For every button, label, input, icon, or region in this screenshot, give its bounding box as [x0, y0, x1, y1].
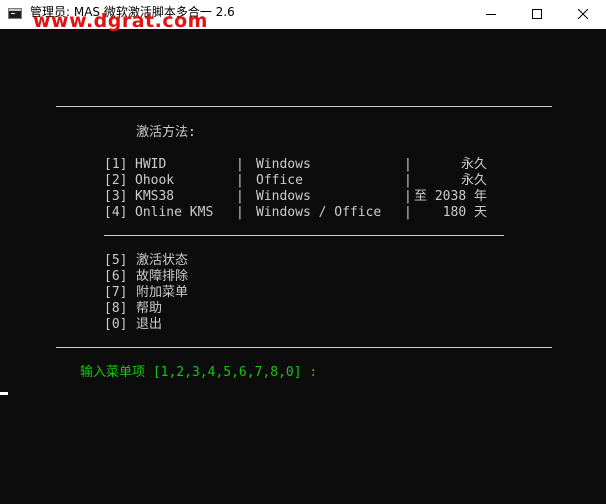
method-number: [2]	[104, 173, 128, 188]
maximize-button[interactable]	[514, 0, 560, 29]
column-separator: |	[404, 157, 412, 172]
method-row-online-kms: [4] Online KMS | Windows / Office | 180 …	[0, 205, 606, 221]
divider-middle	[104, 235, 504, 236]
menu-item-number: [5]	[104, 253, 128, 268]
method-row-kms38: [3] KMS38 | Windows | 至 2038 年	[0, 189, 606, 205]
menu-item-extras: [7] 附加菜单	[0, 285, 606, 301]
divider-top	[56, 106, 552, 107]
method-label: HWID	[135, 157, 167, 172]
console-output[interactable]: 激活方法: [1] HWID | Windows | 永久 [2] Ohook …	[0, 29, 606, 504]
method-label: KMS38	[135, 189, 175, 204]
maximize-icon	[532, 9, 542, 19]
method-target: Windows	[256, 157, 311, 172]
menu-item-label: 帮助	[136, 301, 163, 316]
menu-heading: 激活方法:	[136, 125, 196, 140]
column-separator: |	[404, 205, 412, 220]
method-target: Office	[256, 173, 303, 188]
title-bar[interactable]: 管理员: MAS 微软激活脚本多合一 2.6 www.dgrat.com	[0, 0, 606, 32]
method-duration: 至 2038 年	[414, 189, 487, 204]
minimize-icon	[486, 14, 496, 15]
menu-item-number: [7]	[104, 285, 128, 300]
menu-item-label: 退出	[136, 317, 163, 332]
minimize-button[interactable]	[468, 0, 514, 29]
menu-item-exit: [0] 退出	[0, 317, 606, 333]
column-separator: |	[404, 189, 412, 204]
menu-item-number: [0]	[104, 317, 128, 332]
column-separator: |	[236, 205, 244, 220]
method-number: [4]	[104, 205, 128, 220]
method-number: [3]	[104, 189, 128, 204]
column-separator: |	[404, 173, 412, 188]
menu-item-number: [8]	[104, 301, 128, 316]
menu-item-status: [5] 激活状态	[0, 253, 606, 269]
menu-item-label: 附加菜单	[136, 285, 189, 300]
method-number: [1]	[104, 157, 128, 172]
input-prompt: 输入菜单项 [1,2,3,4,5,6,7,8,0] :	[80, 365, 318, 380]
method-duration: 180 天	[442, 205, 487, 220]
menu-item-number: [6]	[104, 269, 128, 284]
menu-item-label: 故障排除	[136, 269, 189, 284]
column-separator: |	[236, 173, 244, 188]
method-row-hwid: [1] HWID | Windows | 永久	[0, 157, 606, 173]
close-icon	[578, 9, 588, 19]
text-cursor[interactable]	[0, 392, 8, 395]
menu-item-label: 激活状态	[136, 253, 189, 268]
method-duration: 永久	[460, 157, 487, 172]
method-label: Ohook	[135, 173, 175, 188]
method-duration: 永久	[460, 173, 487, 188]
method-target: Windows / Office	[256, 205, 382, 220]
method-target: Windows	[256, 189, 311, 204]
divider-bottom	[56, 347, 552, 348]
method-label: Online KMS	[135, 205, 214, 220]
console-app-icon[interactable]	[8, 8, 22, 19]
column-separator: |	[236, 157, 244, 172]
menu-item-troubleshoot: [6] 故障排除	[0, 269, 606, 285]
column-separator: |	[236, 189, 244, 204]
close-button[interactable]	[560, 0, 606, 29]
console-window: 管理员: MAS 微软激活脚本多合一 2.6 www.dgrat.com 激活方…	[0, 0, 606, 504]
method-row-ohook: [2] Ohook | Office | 永久	[0, 173, 606, 189]
menu-item-help: [8] 帮助	[0, 301, 606, 317]
